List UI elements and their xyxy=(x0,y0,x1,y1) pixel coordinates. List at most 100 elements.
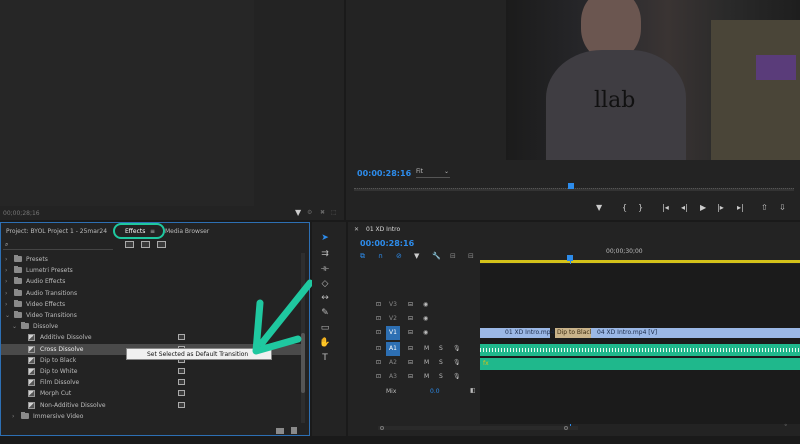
sync-lock-icon[interactable]: ⊟ xyxy=(408,370,413,384)
eye-icon[interactable]: ◉ xyxy=(423,298,428,312)
zoom-handle-left-icon[interactable] xyxy=(380,426,384,430)
lock-icon[interactable]: ⊡ xyxy=(376,326,381,340)
slip-tool-icon[interactable]: ↔ xyxy=(318,292,332,304)
mute-icon[interactable]: M xyxy=(424,370,429,384)
eye-icon[interactable]: ◉ xyxy=(423,312,428,326)
sync-lock-icon[interactable]: ⊟ xyxy=(408,312,413,326)
panel-menu-icon[interactable]: ≡ xyxy=(150,228,155,236)
tab-media-browser[interactable]: Media Browser xyxy=(165,228,209,236)
solo-icon[interactable]: S xyxy=(439,356,443,370)
timeline-ruler[interactable] xyxy=(480,260,800,263)
context-menu-item-set-default-transition[interactable]: Set Selected as Default Transition xyxy=(147,351,248,359)
tree-folder[interactable]: › Presets xyxy=(1,254,301,265)
microphone-icon[interactable]: 🎙 xyxy=(453,356,461,370)
wrench-icon[interactable]: ✖ xyxy=(320,209,325,217)
captions-icon[interactable]: ⊟ xyxy=(450,252,456,260)
go-to-out-icon[interactable]: ▸| xyxy=(737,203,744,212)
lock-icon[interactable]: ⊡ xyxy=(376,356,381,370)
audio-clip-a1[interactable] xyxy=(480,344,800,356)
add-marker-icon[interactable]: ▼ xyxy=(596,203,602,212)
play-icon[interactable]: ▶ xyxy=(700,203,706,212)
chevron-down-icon[interactable]: ⌄ xyxy=(5,310,10,321)
timeline-tab[interactable]: 01 XD Intro xyxy=(366,226,400,234)
track-name[interactable]: V1 xyxy=(386,326,400,340)
hand-tool-icon[interactable]: ✋ xyxy=(318,337,332,349)
audio-clip-a2[interactable]: fx xyxy=(480,358,800,370)
lock-icon[interactable]: ⊡ xyxy=(376,312,381,326)
yuv-effects-icon[interactable] xyxy=(157,241,166,248)
close-icon[interactable]: ✕ xyxy=(354,226,359,234)
video-clip-2[interactable]: 04 XD Intro.mp4 [V] xyxy=(591,328,800,338)
sync-lock-icon[interactable]: ⊟ xyxy=(408,326,413,340)
chevron-right-icon[interactable]: › xyxy=(12,411,14,422)
mute-icon[interactable]: M xyxy=(424,342,429,356)
tree-effect-item[interactable]: Dip to White xyxy=(1,366,301,377)
tree-effect-item[interactable]: Non-Additive Dissolve xyxy=(1,400,301,411)
zoom-select[interactable]: Fit ⌄ xyxy=(416,168,450,178)
snap-icon[interactable]: ∩ xyxy=(378,252,383,260)
add-marker-icon[interactable]: ▼ xyxy=(414,252,419,260)
go-to-in-icon[interactable]: |◂ xyxy=(662,203,669,212)
solo-icon[interactable]: S xyxy=(439,342,443,356)
ripple-edit-tool-icon[interactable]: ⟛ xyxy=(318,263,332,275)
track-name[interactable]: A3 xyxy=(386,370,400,384)
playhead-icon[interactable] xyxy=(568,183,574,189)
delete-icon[interactable] xyxy=(291,427,297,434)
lock-icon[interactable]: ⊡ xyxy=(376,370,381,384)
chevron-down-icon[interactable]: ⌄ xyxy=(12,321,17,332)
selection-tool-icon[interactable]: ➤ xyxy=(318,232,332,244)
zoom-handle-right-icon[interactable] xyxy=(564,426,568,430)
lock-icon[interactable]: ⊡ xyxy=(376,342,381,356)
step-back-icon[interactable]: ◂| xyxy=(681,203,688,212)
timeline-zoom-scrollbar[interactable] xyxy=(378,426,578,430)
chevron-right-icon[interactable]: › xyxy=(5,299,7,310)
track-select-tool-icon[interactable]: ⇉ xyxy=(318,248,332,260)
razor-tool-icon[interactable]: ◇ xyxy=(318,278,332,290)
extract-icon[interactable]: ⇩ xyxy=(779,203,786,212)
step-forward-icon[interactable]: |▸ xyxy=(717,203,724,212)
type-tool-icon[interactable]: T xyxy=(318,352,332,364)
mark-in-icon[interactable]: { xyxy=(622,203,627,212)
eye-icon[interactable]: ◉ xyxy=(423,326,428,340)
search-field[interactable]: ⌕ xyxy=(3,241,113,250)
chevron-right-icon[interactable]: › xyxy=(5,254,7,265)
track-lock-icon[interactable]: ⊟ xyxy=(468,252,474,260)
linked-selection-icon[interactable]: ⊘ xyxy=(396,252,402,260)
lift-icon[interactable]: ⇧ xyxy=(761,203,768,212)
track-name[interactable]: A2 xyxy=(386,356,400,370)
microphone-icon[interactable]: 🎙 xyxy=(453,342,461,356)
transition-clip[interactable]: Dip to Black xyxy=(555,328,593,338)
tab-effects[interactable]: Effects ≡ xyxy=(113,223,165,239)
playback-scrubber[interactable] xyxy=(354,188,794,191)
rectangle-tool-icon[interactable]: ▭ xyxy=(318,322,332,334)
solo-icon[interactable]: S xyxy=(439,370,443,384)
chevron-right-icon[interactable]: › xyxy=(5,288,7,299)
chevron-right-icon[interactable]: › xyxy=(5,265,7,276)
track-name[interactable]: V2 xyxy=(386,312,400,326)
lock-icon[interactable]: ⊡ xyxy=(376,298,381,312)
track-name[interactable]: A1 xyxy=(386,342,400,356)
tab-project[interactable]: Project: BYOL Project 1 - 25mar24 xyxy=(6,228,107,236)
pen-tool-icon[interactable]: ✎ xyxy=(318,307,332,319)
chevron-right-icon[interactable]: › xyxy=(5,276,7,287)
mute-icon[interactable]: M xyxy=(424,356,429,370)
sync-lock-icon[interactable]: ⊟ xyxy=(408,298,413,312)
track-name[interactable]: V3 xyxy=(386,298,400,312)
accelerated-effects-icon[interactable] xyxy=(125,241,134,248)
32bit-effects-icon[interactable] xyxy=(141,241,150,248)
microphone-icon[interactable]: 🎙 xyxy=(453,370,461,384)
mark-out-icon[interactable]: } xyxy=(638,203,643,212)
settings-wrench-icon[interactable]: 🔧 xyxy=(432,252,441,260)
sync-lock-icon[interactable]: ⊟ xyxy=(408,342,413,356)
filter-icon[interactable]: ▼ xyxy=(295,209,301,217)
sync-lock-icon[interactable]: ⊟ xyxy=(408,356,413,370)
video-clip-1[interactable]: 01 XD Intro.mp4 [V] xyxy=(480,328,565,338)
tree-effect-item[interactable]: Morph Cut xyxy=(1,388,301,399)
settings-icon[interactable]: ⚙ xyxy=(307,209,312,217)
expand-icon[interactable]: ⬚ xyxy=(331,209,337,217)
mix-value[interactable]: 0.0 xyxy=(430,388,440,396)
nest-icon[interactable]: ⧉ xyxy=(360,252,365,261)
tree-folder[interactable]: › Immersive Video xyxy=(1,411,301,422)
tree-effect-item[interactable]: Film Dissolve xyxy=(1,377,301,388)
new-bin-icon[interactable] xyxy=(276,428,284,434)
